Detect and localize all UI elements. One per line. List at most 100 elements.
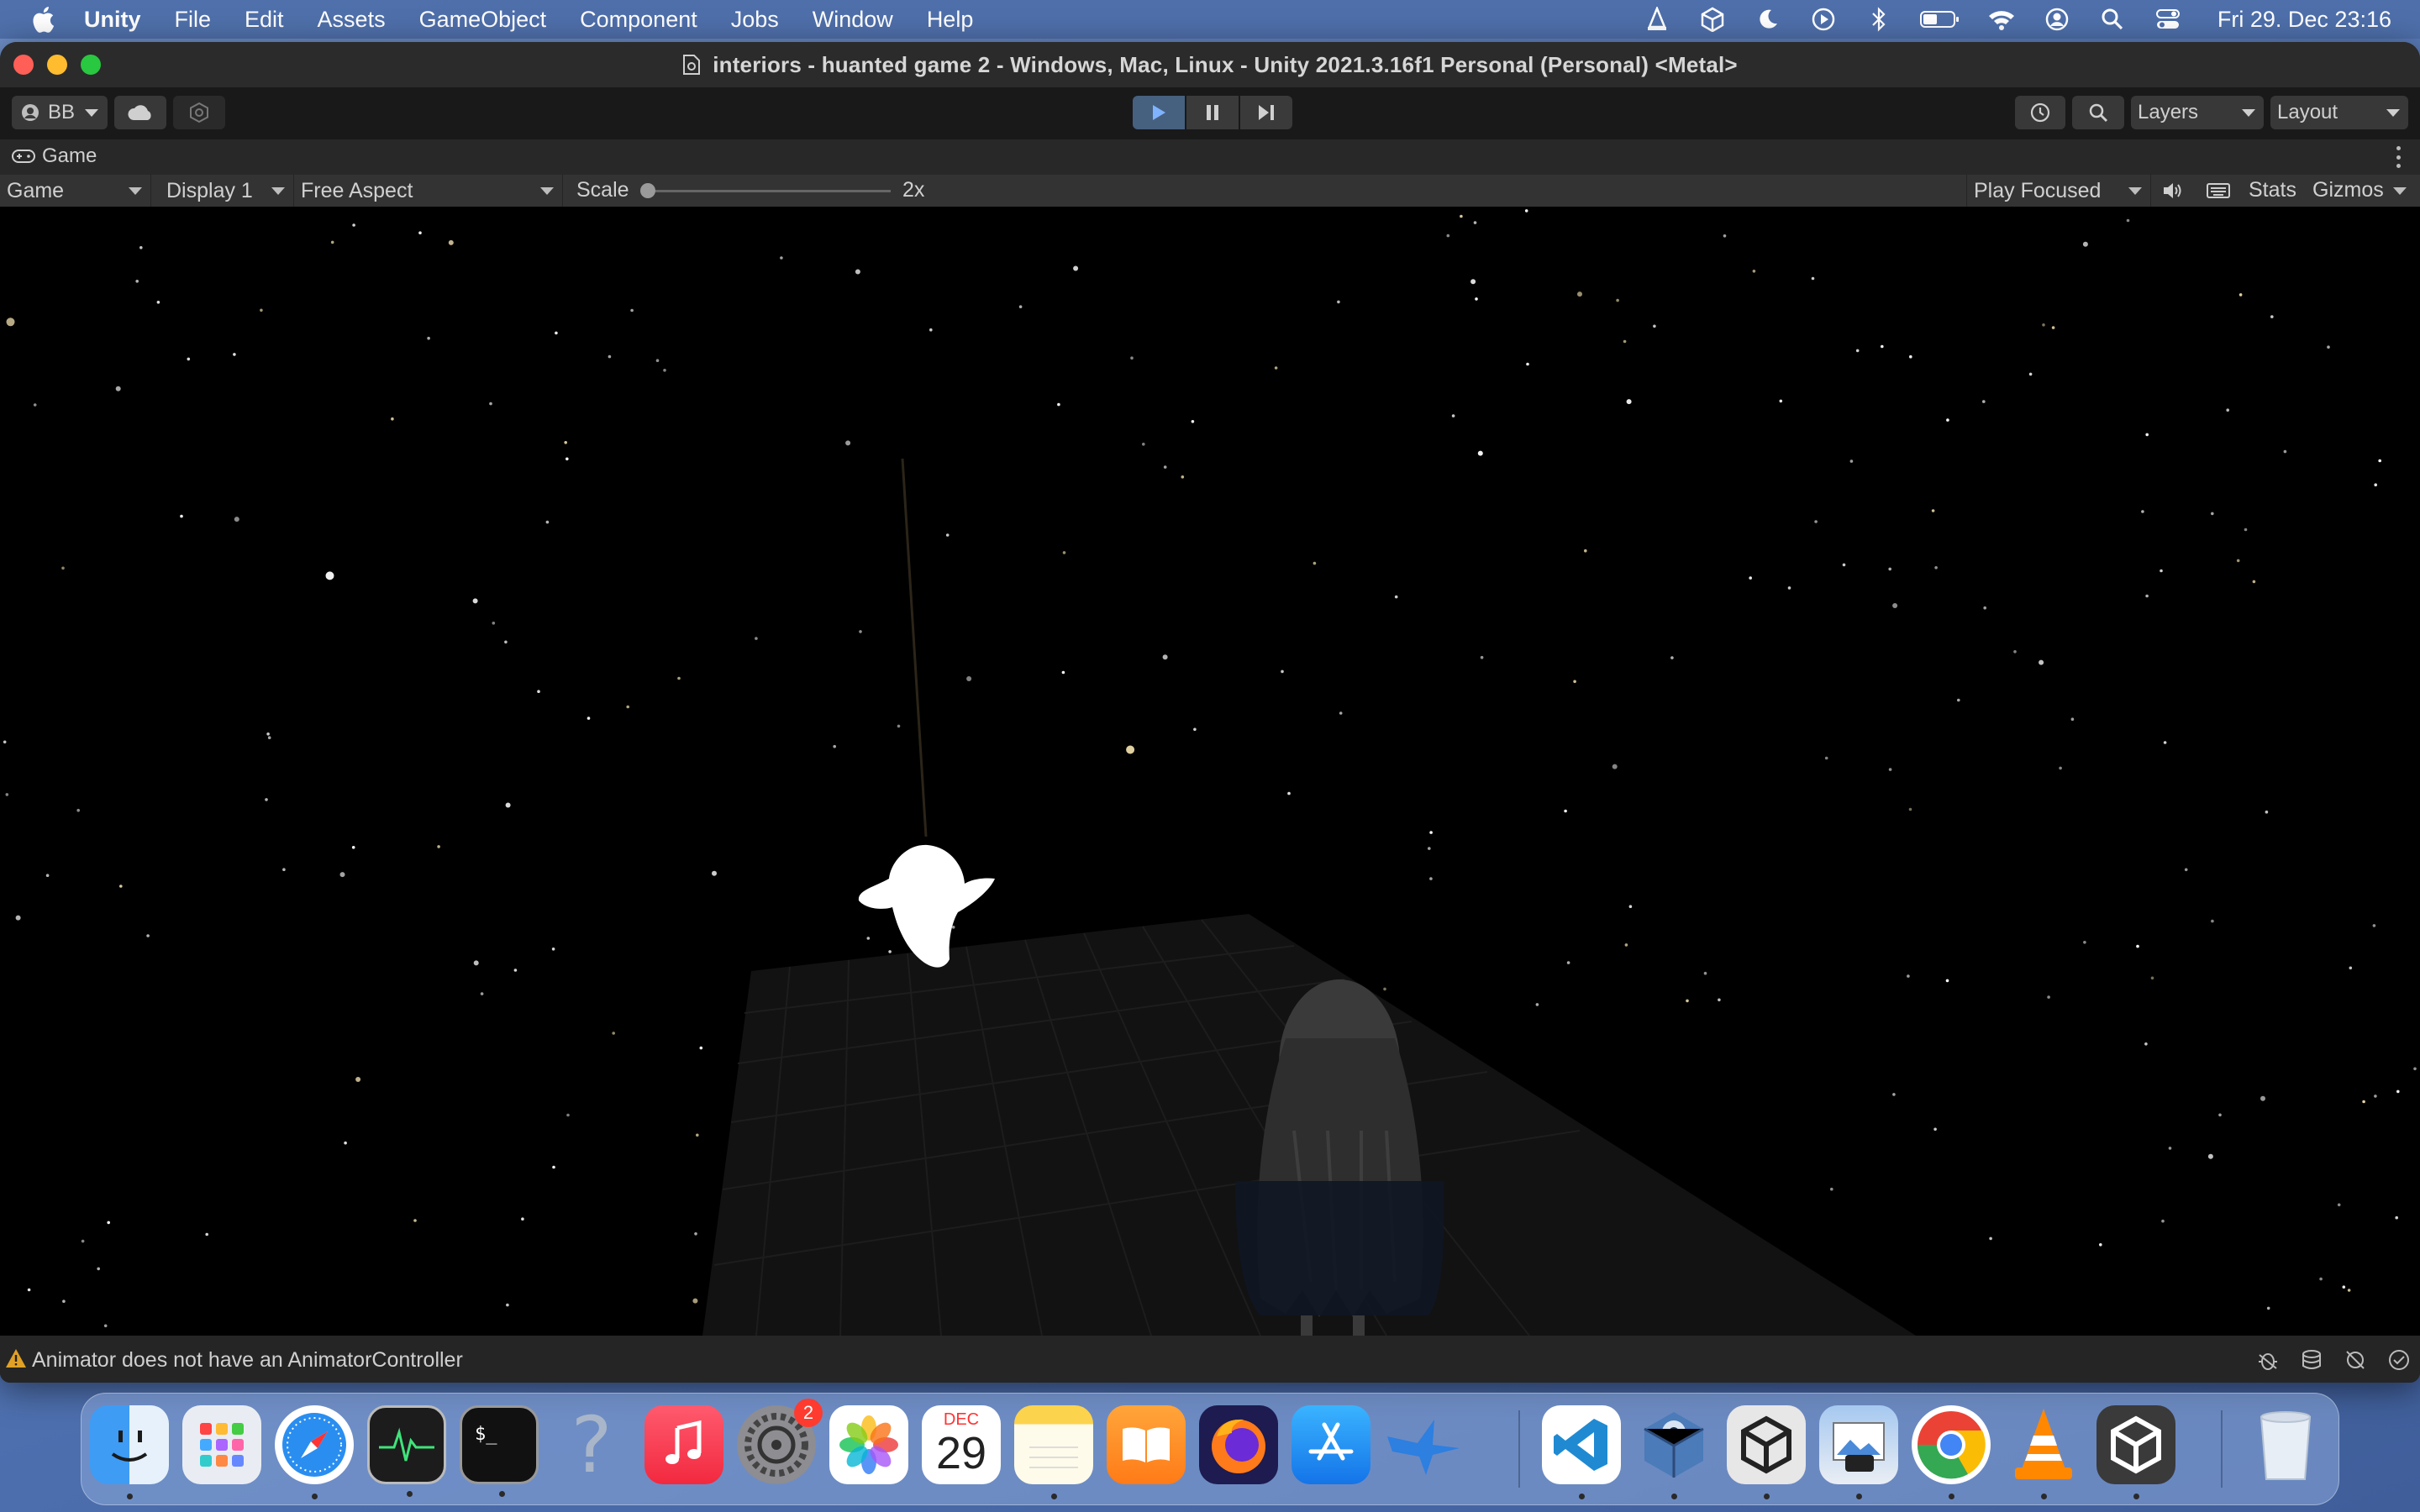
play-mode-value: Play Focused	[1974, 178, 2102, 202]
dock-firefox[interactable]	[1199, 1405, 1278, 1484]
menu-jobs[interactable]: Jobs	[731, 7, 779, 33]
menu-app-unity[interactable]: Unity	[84, 7, 141, 33]
dock-activity-monitor[interactable]	[367, 1405, 446, 1497]
dock-calendar[interactable]: DEC 29	[922, 1405, 1001, 1484]
status-bar-icons	[2237, 1347, 2412, 1373]
unity-menubar-icon[interactable]	[1698, 7, 1727, 32]
tab-game[interactable]: Game	[12, 144, 97, 168]
star	[2039, 659, 2044, 665]
macos-dock: $_ ? 2 DEC 29	[81, 1393, 2339, 1505]
view-type-dropdown[interactable]: Game	[0, 175, 151, 207]
menu-window[interactable]: Window	[813, 7, 893, 33]
dock-cyberduck[interactable]	[1384, 1405, 1463, 1484]
cache-server-icon[interactable]	[2299, 1347, 2324, 1373]
progress-check-icon[interactable]	[2386, 1347, 2412, 1373]
star	[1073, 265, 1079, 271]
display-dropdown[interactable]: Display 1	[160, 175, 294, 207]
layout-dropdown[interactable]: Layout	[2270, 96, 2408, 129]
vlc-menubar-icon[interactable]	[1643, 7, 1671, 32]
gizmos-toggle[interactable]: Gizmos	[2312, 178, 2384, 202]
dock-preview[interactable]	[1819, 1405, 1898, 1499]
dock-terminal[interactable]: $_	[460, 1405, 539, 1497]
dock-trash[interactable]	[2246, 1405, 2325, 1484]
battery-icon[interactable]	[1919, 7, 1960, 32]
cloud-button[interactable]	[114, 96, 166, 129]
terminal-prompt-icon: $_	[475, 1424, 497, 1445]
star	[859, 630, 862, 633]
bluetooth-icon[interactable]	[1865, 7, 1893, 32]
dock-finder[interactable]	[90, 1405, 169, 1499]
dock-music[interactable]	[644, 1405, 723, 1484]
menu-component[interactable]: Component	[580, 7, 697, 33]
dock-safari[interactable]	[275, 1405, 354, 1499]
undo-history-button[interactable]	[2015, 96, 2065, 129]
layers-dropdown[interactable]: Layers	[2131, 96, 2264, 129]
zoom-window-button[interactable]	[81, 55, 101, 75]
star	[1274, 366, 1278, 370]
menu-assets[interactable]: Assets	[318, 7, 386, 33]
spotlight-search-icon[interactable]	[2098, 7, 2127, 32]
account-dropdown[interactable]: BB	[12, 96, 108, 129]
star	[2144, 1042, 2148, 1046]
star	[1933, 1127, 1937, 1131]
layout-label: Layout	[2277, 101, 2338, 123]
dock-photos[interactable]	[829, 1405, 908, 1484]
debug-bug-icon[interactable]	[2255, 1347, 2281, 1373]
status-message[interactable]: Animator does not have an AnimatorContro…	[32, 1348, 463, 1373]
more-options-icon[interactable]	[2396, 146, 2403, 168]
star	[1057, 402, 1060, 407]
aspect-dropdown[interactable]: Free Aspect	[294, 175, 563, 207]
mute-audio-icon[interactable]	[2160, 180, 2186, 202]
menu-file[interactable]: File	[175, 7, 212, 33]
gizmos-chevron-down-icon[interactable]	[2393, 187, 2407, 195]
control-center-icon[interactable]	[2154, 7, 2182, 32]
minimize-window-button[interactable]	[47, 55, 67, 75]
auto-generate-lighting-off-icon[interactable]	[2343, 1347, 2368, 1373]
dock-unknown-app[interactable]: ?	[552, 1400, 631, 1490]
open-book-icon	[1123, 1427, 1170, 1462]
now-playing-icon[interactable]	[1809, 7, 1838, 32]
menubar-clock[interactable]: Fri 29. Dec 23:16	[2217, 7, 2391, 33]
play-mode-dropdown[interactable]: Play Focused	[1966, 175, 2151, 207]
star	[2372, 924, 2376, 927]
step-button[interactable]	[1240, 96, 1292, 129]
menu-edit[interactable]: Edit	[245, 7, 284, 33]
window-title-bar[interactable]: interiors - huanted game 2 - Windows, Ma…	[0, 42, 2420, 88]
dock-chrome[interactable]	[1912, 1405, 1991, 1499]
dock-unity-editor[interactable]	[2096, 1405, 2175, 1499]
game-viewport[interactable]	[0, 207, 2420, 1336]
star	[1577, 291, 1582, 297]
dock-launchpad[interactable]	[182, 1405, 261, 1484]
dock-separator	[1518, 1410, 1520, 1488]
dock-notes[interactable]	[1014, 1405, 1093, 1499]
running-indicator	[1051, 1494, 1057, 1499]
pause-button[interactable]	[1186, 96, 1239, 129]
dock-vlc[interactable]	[2004, 1405, 2083, 1499]
menu-help[interactable]: Help	[927, 7, 974, 33]
dock-books[interactable]	[1107, 1405, 1186, 1484]
apple-logo-icon[interactable]	[30, 6, 55, 33]
close-window-button[interactable]	[13, 55, 34, 75]
dock-blender-like-app[interactable]	[1634, 1405, 1713, 1499]
wifi-icon[interactable]	[1987, 7, 2016, 32]
keyboard-shortcuts-icon[interactable]	[2205, 180, 2232, 202]
dock-system-preferences[interactable]: 2	[737, 1399, 823, 1484]
dock-app-store[interactable]	[1292, 1405, 1370, 1484]
chevron-down-icon	[2128, 187, 2142, 195]
do-not-disturb-moon-icon[interactable]	[1754, 7, 1782, 32]
scale-slider-track[interactable]	[645, 190, 891, 192]
running-indicator	[1579, 1494, 1585, 1499]
play-button[interactable]	[1133, 96, 1185, 129]
dock-vscode[interactable]	[1542, 1405, 1621, 1499]
star	[1957, 698, 1960, 702]
star	[413, 1219, 417, 1222]
menu-gameobject[interactable]: GameObject	[419, 7, 547, 33]
user-account-icon[interactable]	[2043, 7, 2071, 32]
stats-toggle[interactable]: Stats	[2249, 178, 2296, 202]
search-button[interactable]	[2072, 96, 2124, 129]
dock-unity-hub[interactable]	[1727, 1405, 1806, 1499]
running-indicator	[1671, 1494, 1677, 1499]
scale-slider-handle[interactable]	[640, 183, 655, 198]
collab-button[interactable]	[173, 96, 225, 129]
step-forward-icon	[1259, 105, 1274, 120]
